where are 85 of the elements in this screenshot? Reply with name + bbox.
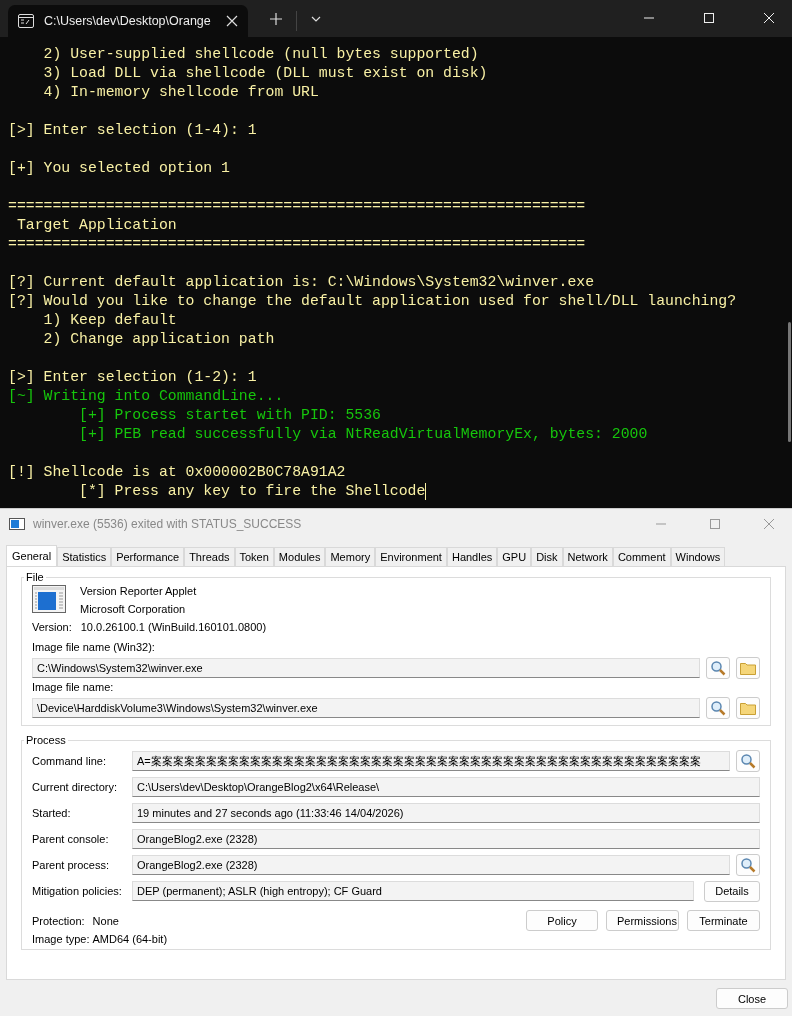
console-line: =================================================================: [8, 236, 586, 252]
field-label: Parent process:: [32, 859, 111, 871]
text-field[interactable]: A=案案案案案案案案案案案案案案案案案案案案案案案案案案案案案案案案案案案案案案案案案案案案案案案案案案: [132, 751, 730, 771]
text-field[interactable]: \Device\HarddiskVolume3\Windows\System32\winver.exe: [32, 698, 700, 718]
folder-button[interactable]: [736, 657, 760, 679]
text-field[interactable]: OrangeBlog2.exe (2328): [132, 829, 760, 849]
file-description: Version Reporter Applet: [80, 585, 197, 597]
tab[interactable]: Windows: [670, 547, 726, 566]
field-label: Image type:: [32, 933, 90, 945]
console-line: [*] Press any key to fire the Shellcode: [78, 483, 426, 499]
field-label: Version:: [32, 621, 72, 633]
field-label: Current directory:: [32, 781, 118, 793]
text-field[interactable]: OrangeBlog2.exe (2328): [132, 855, 730, 875]
search-icon: [710, 700, 726, 716]
details-button[interactable]: Details: [704, 880, 760, 902]
tab[interactable]: Environment: [375, 547, 447, 566]
tab[interactable]: Handles: [446, 547, 498, 566]
console-line: 3) Load DLL via shellcode (DLL must exist on disk): [42, 65, 488, 81]
console-line: 2) Change application path: [42, 331, 275, 347]
search-button[interactable]: [706, 697, 730, 719]
tab[interactable]: Memory: [325, 547, 376, 566]
tab[interactable]: GPU: [497, 547, 532, 566]
tab-title: C:\Users\dev\Desktop\Orange: [44, 14, 212, 28]
field-label: Image file name:: [32, 681, 115, 693]
field-label: Protection:: [32, 915, 85, 927]
field-label: Parent console:: [32, 833, 110, 845]
plus-icon[interactable]: [270, 13, 282, 25]
group-heading: Process: [25, 734, 67, 746]
console-line: [!] Shellcode is at 0x000002B0C78A91A2: [8, 464, 346, 480]
console-line: [?] Current default application is: C:\Windows\System32\winver.exe: [8, 274, 595, 290]
field-label: Image file name (Win32):: [32, 641, 156, 653]
terminal-tab[interactable]: C:\Users\dev\Desktop\Orange: [8, 5, 248, 37]
folder-icon: [740, 701, 756, 715]
search-icon: [740, 857, 756, 873]
tab[interactable]: Performance: [111, 547, 185, 566]
console-line: =================================================================: [8, 198, 586, 214]
console-line: [>] Enter selection (1-2): 1: [8, 369, 257, 385]
folder-icon: [740, 661, 756, 675]
field-label: Started:: [32, 807, 72, 819]
console-line: [~] Writing into CommandLine...: [8, 388, 284, 404]
scrollbar[interactable]: [788, 322, 791, 442]
action-button[interactable]: Policy: [526, 910, 598, 931]
text-field[interactable]: DEP (permanent); ASLR (high entropy); CF Guard: [132, 881, 694, 901]
console-line: 4) In-memory shellcode from URL: [42, 84, 319, 100]
console-line: Target Application: [15, 217, 177, 233]
tab[interactable]: Threads: [184, 547, 235, 566]
app-icon: [32, 585, 66, 613]
text-cursor: [425, 482, 427, 500]
action-button[interactable]: Permissions: [606, 910, 679, 931]
protection-value: None: [92, 915, 119, 927]
console-line: [+] Process startet with PID: 5536: [78, 407, 381, 423]
image-type-value: AMD64 (64-bit): [92, 933, 168, 945]
console-line: [+] PEB read successfully via NtReadVirtualMemoryEx, bytes: 2000: [78, 426, 648, 442]
text-field[interactable]: 19 minutes and 27 seconds ago (11:33:46 14/04/2026): [132, 803, 760, 823]
search-button[interactable]: [706, 657, 730, 679]
console-line: [+] You selected option 1: [8, 160, 230, 176]
chevron-icon[interactable]: [311, 16, 321, 22]
search-icon: [710, 660, 726, 676]
field-label: Command line:: [32, 755, 107, 767]
version-value: 10.0.26100.1 (WinBuild.160101.0800): [80, 621, 267, 633]
tab[interactable]: Statistics: [57, 547, 112, 566]
text-field[interactable]: C:\Users\dev\Desktop\OrangeBlog2\x64\Release\: [132, 777, 760, 797]
company-name: Microsoft Corporation: [80, 603, 187, 615]
folder-button[interactable]: [736, 697, 760, 719]
console-icon: [18, 14, 34, 28]
console-line: 1) Keep default: [42, 312, 177, 328]
console-line: [>] Enter selection (1-4): 1: [8, 122, 257, 138]
window-title: winver.exe (5536) exited with STATUS_SUCCESS: [33, 517, 302, 531]
action-button[interactable]: Terminate: [687, 910, 760, 931]
tab[interactable]: Disk: [531, 547, 563, 566]
text-field[interactable]: C:\Windows\System32\winver.exe: [32, 658, 700, 678]
search-icon: [740, 753, 756, 769]
tab[interactable]: Token: [234, 547, 274, 566]
search-button[interactable]: [736, 750, 760, 772]
tab[interactable]: Comment: [612, 547, 671, 566]
window-icon: [9, 518, 25, 530]
tab[interactable]: Modules: [273, 547, 326, 566]
close-button[interactable]: Close: [716, 988, 788, 1009]
console-line: [?] Would you like to change the default application used for shell/DLL launching?: [8, 293, 737, 309]
tab[interactable]: General: [6, 545, 58, 566]
console-line: 2) User-supplied shellcode (null bytes supported): [42, 46, 479, 62]
search-button[interactable]: [736, 854, 760, 876]
field-label: Mitigation policies:: [32, 885, 123, 897]
tab[interactable]: Network: [562, 547, 613, 566]
group-heading: File: [25, 571, 45, 583]
